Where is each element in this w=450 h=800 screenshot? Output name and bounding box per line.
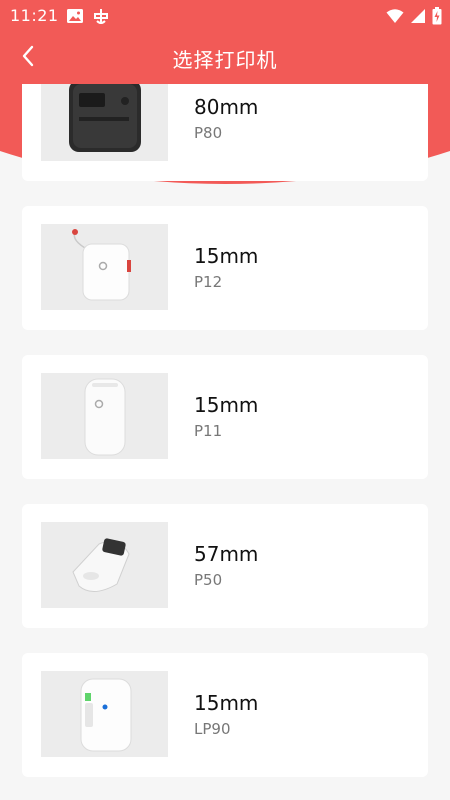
printer-card[interactable]: 57mm P50 xyxy=(22,504,428,628)
printer-card[interactable]: 15mm P12 xyxy=(22,206,428,330)
page-title: 选择打印机 xyxy=(172,48,278,72)
printer-model: P80 xyxy=(194,124,223,142)
printer-card[interactable]: 15mm LP90 xyxy=(22,653,428,777)
battery-charging-icon xyxy=(432,7,442,29)
printer-image xyxy=(41,522,168,608)
paper-size: 80mm xyxy=(194,95,259,119)
printer-model: P50 xyxy=(194,571,223,589)
status-time: 11:21 xyxy=(10,6,59,25)
image-icon xyxy=(66,7,84,29)
printer-image xyxy=(41,224,168,310)
paper-size: 15mm xyxy=(194,244,259,268)
printer-model: P12 xyxy=(194,273,223,291)
printer-card[interactable]: 80mm P80 xyxy=(22,84,428,181)
printer-model: LP90 xyxy=(194,720,231,738)
printer-image xyxy=(41,84,168,161)
bug-icon xyxy=(92,7,110,29)
app-header: 选择打印机 xyxy=(0,32,450,84)
paper-size: 57mm xyxy=(194,542,259,566)
printer-list: 80mm P80 15mm P12 15mm P11 57mm P50 15mm… xyxy=(0,84,450,800)
paper-size: 15mm xyxy=(194,691,259,715)
printer-model: P11 xyxy=(194,422,223,440)
printer-image xyxy=(41,671,168,757)
paper-size: 15mm xyxy=(194,393,259,417)
printer-image xyxy=(41,373,168,459)
signal-icon xyxy=(410,8,426,28)
printer-card[interactable]: 15mm P11 xyxy=(22,355,428,479)
status-bar: 11:21 xyxy=(0,0,450,32)
wifi-icon xyxy=(386,8,404,28)
